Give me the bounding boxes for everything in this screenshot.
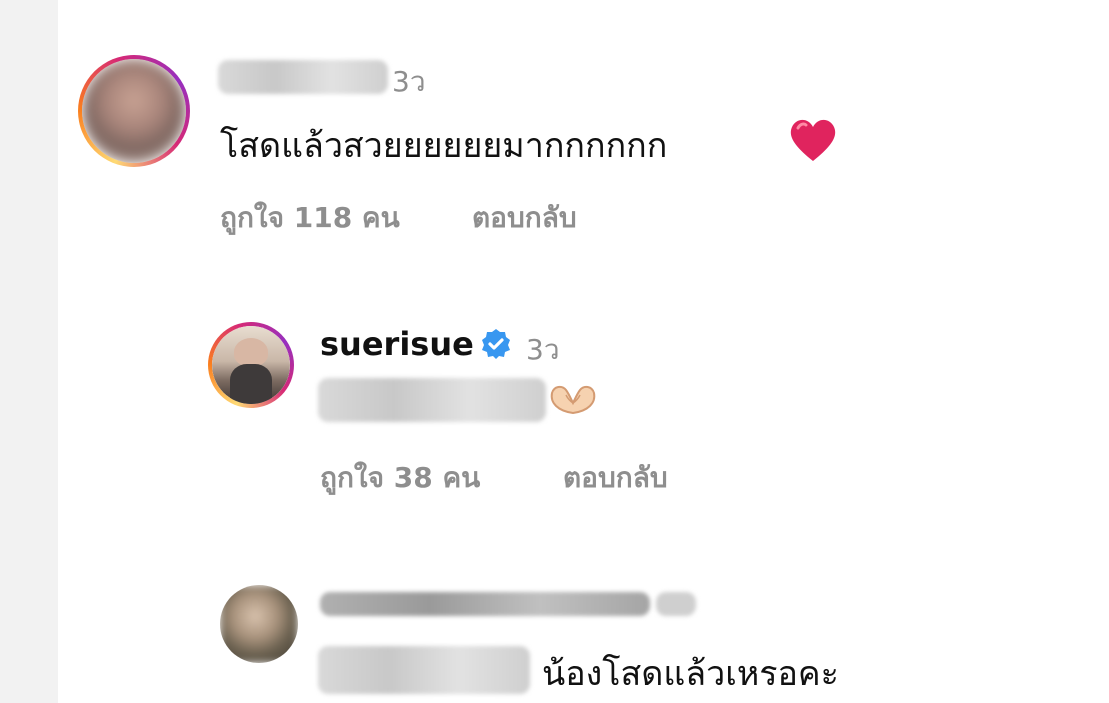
username-blurred[interactable] [320,592,650,616]
reply-button[interactable]: ตอบกลับ [472,196,577,240]
mention-blurred[interactable] [318,378,546,422]
avatar-ring[interactable] [208,322,294,408]
username-blurred[interactable] [218,60,388,94]
like-count[interactable]: ถูกใจ 38 คน [320,456,480,500]
avatar-ring[interactable] [78,55,190,167]
comment-text: น้องโสดแล้วเหรอคะ [542,654,839,694]
comment-time: 3ว [392,65,426,98]
avatar[interactable] [82,59,186,163]
comment-text: โสดแล้วสวยยยยยยมากกกกกก [220,126,668,166]
verified-badge-icon [480,328,512,364]
time-blurred [656,592,696,616]
username[interactable]: suerisue [320,325,474,363]
heart-hands-emoji [548,383,598,419]
mention-blurred[interactable] [318,646,530,694]
comment-time: 3ว [526,333,560,366]
reply-button[interactable]: ตอบกลับ [563,456,668,500]
left-gutter [0,0,58,703]
avatar[interactable] [220,585,298,663]
avatar[interactable] [212,326,290,404]
heart-emoji [788,116,838,164]
like-count[interactable]: ถูกใจ 118 คน [220,196,400,240]
